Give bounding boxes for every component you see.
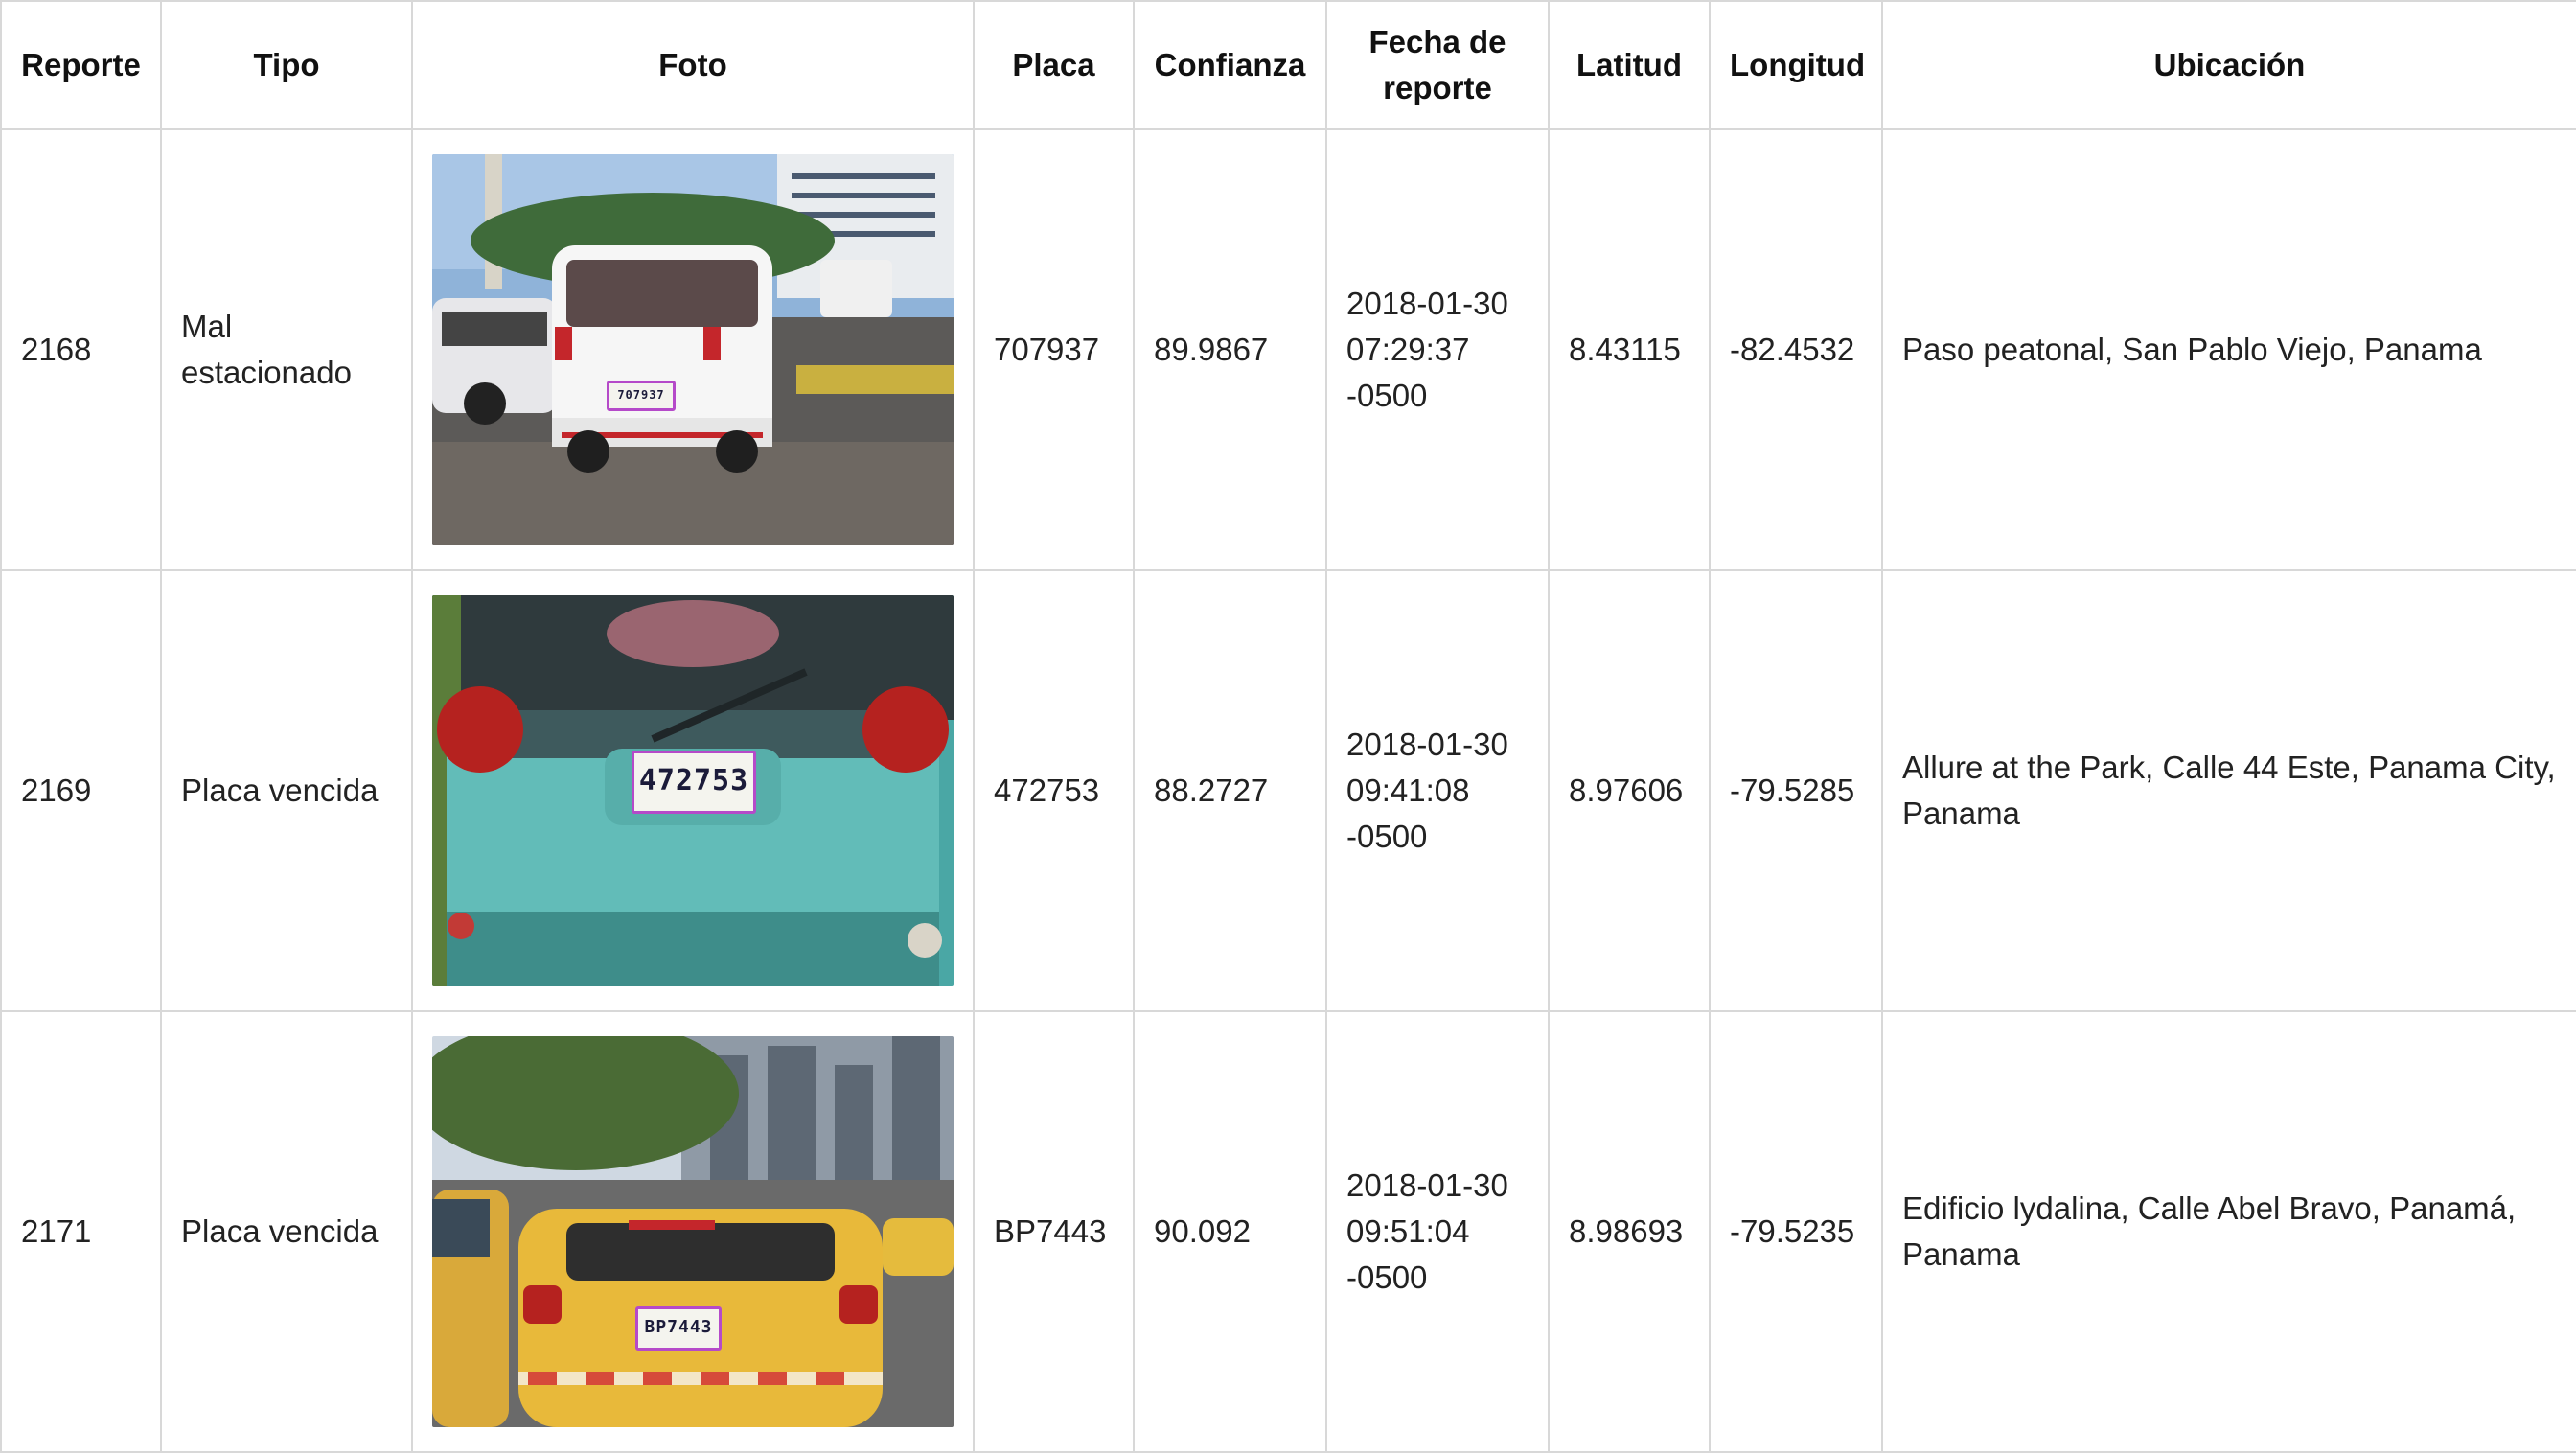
cell-confianza: 90.092 [1133,1010,1327,1453]
white-van-photo-graphic [432,154,954,545]
cell-tipo: Placa vencida [160,1010,413,1453]
cell-latitud: 8.98693 [1548,1010,1711,1453]
cell-tipo: Placa vencida [160,569,413,1012]
header-fecha[interactable]: Fecha de reporte [1325,0,1550,130]
reports-page: Reporte Tipo Foto Placa Confianza Fecha … [0,0,2576,1456]
photo-plate-label: 472753 [632,751,756,814]
cell-confianza: 88.2727 [1133,569,1327,1012]
cell-foto: 707937 [411,128,975,571]
yellow-taxi-photo[interactable]: BP7443 [432,1036,954,1427]
header-longitud[interactable]: Longitud [1709,0,1883,130]
cell-fecha: 2018-01-30 07:29:37 -0500 [1325,128,1550,571]
cell-fecha: 2018-01-30 09:51:04 -0500 [1325,1010,1550,1453]
reports-table: Reporte Tipo Foto Placa Confianza Fecha … [0,0,2576,1453]
header-row: Reporte Tipo Foto Placa Confianza Fecha … [0,0,2576,130]
table-row[interactable]: 2171 Placa vencida BP7443 BP7443 90.092 … [0,1010,2576,1453]
header-foto[interactable]: Foto [411,0,975,130]
cell-ubicacion: Edificio lydalina, Calle Abel Bravo, Pan… [1881,1010,2576,1453]
cell-confianza: 89.9867 [1133,128,1327,571]
table-row[interactable]: 2168 Mal estacionado 707937 707937 89.98… [0,128,2576,571]
teal-hatchback-photo[interactable]: 472753 [432,595,954,986]
cell-placa: 472753 [973,569,1135,1012]
header-tipo[interactable]: Tipo [160,0,413,130]
cell-latitud: 8.43115 [1548,128,1711,571]
cell-fecha: 2018-01-30 09:41:08 -0500 [1325,569,1550,1012]
header-reporte[interactable]: Reporte [0,0,162,130]
table-header: Reporte Tipo Foto Placa Confianza Fecha … [0,0,2576,130]
header-latitud[interactable]: Latitud [1548,0,1711,130]
cell-longitud: -79.5235 [1709,1010,1883,1453]
cell-tipo: Mal estacionado [160,128,413,571]
cell-ubicacion: Allure at the Park, Calle 44 Este, Panam… [1881,569,2576,1012]
cell-longitud: -79.5285 [1709,569,1883,1012]
cell-reporte: 2168 [0,128,162,571]
cell-placa: 707937 [973,128,1135,571]
cell-foto: 472753 [411,569,975,1012]
yellow-taxi-photo-graphic [432,1036,954,1427]
cell-foto: BP7443 [411,1010,975,1453]
cell-placa: BP7443 [973,1010,1135,1453]
photo-plate-label: 707937 [607,381,676,411]
header-placa[interactable]: Placa [973,0,1135,130]
cell-reporte: 2171 [0,1010,162,1453]
table-body: 2168 Mal estacionado 707937 707937 89.98… [0,128,2576,1453]
cell-ubicacion: Paso peatonal, San Pablo Viejo, Panama [1881,128,2576,571]
table-row[interactable]: 2169 Placa vencida 472753 472753 88.2727… [0,569,2576,1012]
cell-latitud: 8.97606 [1548,569,1711,1012]
cell-longitud: -82.4532 [1709,128,1883,571]
white-van-photo[interactable]: 707937 [432,154,954,545]
header-ubicacion[interactable]: Ubicación [1881,0,2576,130]
header-confianza[interactable]: Confianza [1133,0,1327,130]
photo-plate-label: BP7443 [635,1306,722,1351]
cell-reporte: 2169 [0,569,162,1012]
